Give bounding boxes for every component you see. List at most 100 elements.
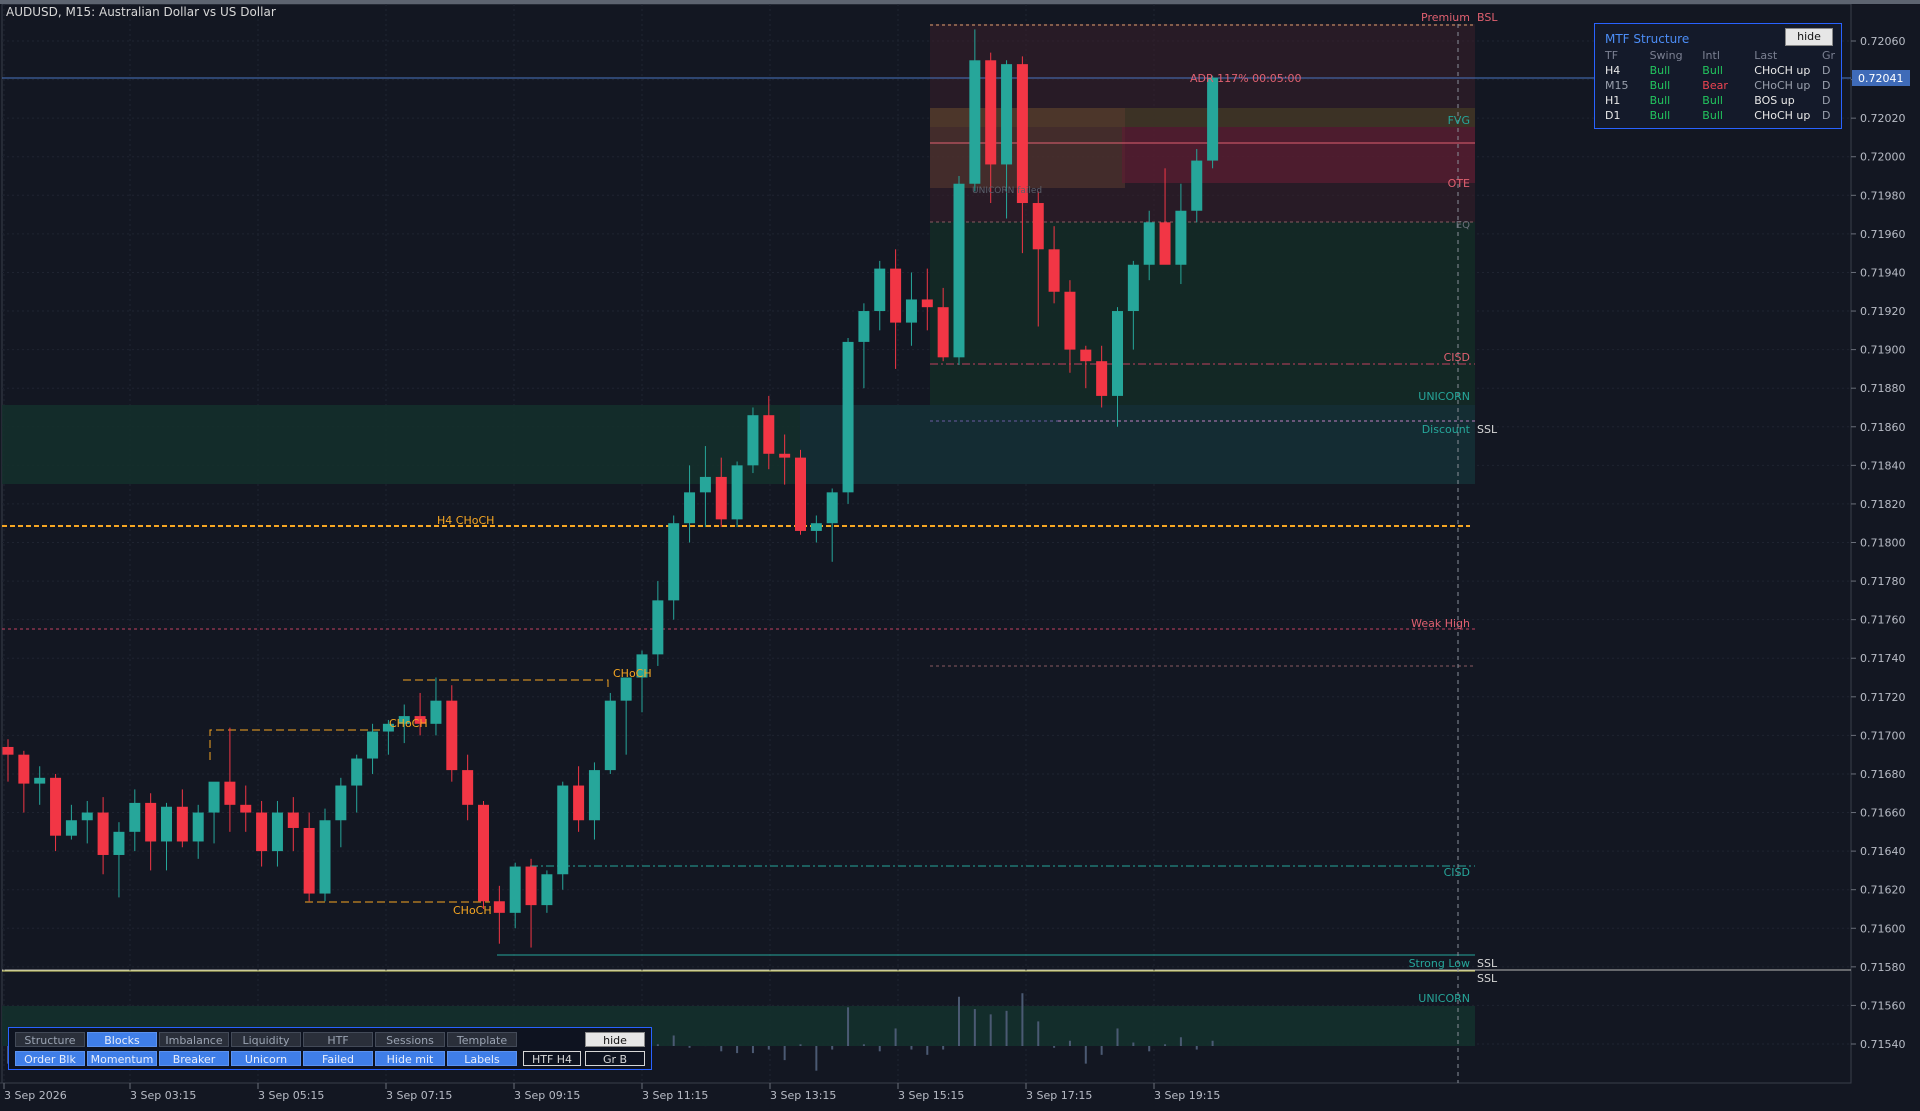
candle-body [953,183,965,358]
price-tick-label: 0.71860 [1860,421,1906,434]
toggle-hide-mit[interactable]: Hide mit [375,1051,445,1066]
price-tick-label: 0.71720 [1860,691,1906,704]
mtf-tf: M15 [1605,79,1629,92]
candle-body [50,777,62,836]
candle [271,800,283,867]
label-premium: Premium [1421,11,1470,24]
toggle-labels[interactable]: Labels [447,1051,517,1066]
candle [573,766,585,832]
label-cisd-top: CISD [1444,351,1470,364]
candle [604,692,616,774]
candle-body [113,831,125,855]
label-cisd-bottom: CISD [1444,866,1470,879]
candle-body [557,785,569,875]
candle-body [2,746,14,755]
candle-body [351,758,363,786]
candle-body [129,802,141,832]
toggle-momentum[interactable]: Momentum [87,1051,157,1066]
candle-body [1112,311,1123,396]
mtf-col-intl: Intl [1702,49,1720,62]
candle-body [668,523,680,601]
candle-body [715,476,727,520]
mtf-hide-button[interactable]: hide [1785,28,1833,46]
price-tick-label: 0.71740 [1860,652,1906,665]
price-tick-label: 0.71660 [1860,807,1906,820]
price-tick-label: 0.71640 [1860,845,1906,858]
candle-body [240,804,252,813]
candle [842,338,854,504]
time-tick-label: 3 Sep 05:15 [258,1089,324,1102]
time-tick-label: 3 Sep 07:15 [386,1089,452,1102]
candle-body [747,415,759,466]
chart-area[interactable]: Premium BSL ADR 117% 00:05:00 FVG OTE EQ… [0,0,1920,1107]
candle-body [620,677,632,701]
toggle-htf[interactable]: HTF [303,1032,373,1047]
candle [874,260,886,331]
candle-body [97,812,109,855]
mtf-tf: H4 [1605,64,1621,77]
current-price-label: 0.72041 [1858,72,1904,85]
candle [97,797,109,875]
price-tick-label: 0.71840 [1860,459,1906,472]
time-axis[interactable]: 3 Sep 2026 3 Sep 03:15 3 Sep 05:15 3 Sep 07… [3,1083,1220,1102]
mtf-last: BOS up [1754,94,1795,107]
candle [367,723,379,774]
mtf-row-h1: H1 Bull Bull BOS up D [1603,93,1841,108]
candle-body [1032,203,1044,250]
candle-body [81,812,93,821]
toggle-template[interactable]: Template [447,1032,517,1047]
time-tick-label: 3 Sep 13:15 [770,1089,836,1102]
candle-body [699,476,711,493]
candle [287,797,299,852]
toggle-sessions[interactable]: Sessions [375,1032,445,1047]
candle-body [573,785,585,821]
toggle-imbalance[interactable]: Imbalance [159,1032,229,1047]
candle [905,272,917,346]
toggle-structure[interactable]: Structure [15,1032,85,1047]
candle-body [1127,264,1139,312]
price-tick-label: 0.71820 [1860,498,1906,511]
mtf-intl: Bull [1702,64,1723,77]
toggle-blocks[interactable]: Blocks [87,1032,157,1047]
candle-body [969,60,981,184]
candle [509,862,521,929]
price-tick-label: 0.72000 [1860,151,1906,164]
time-tick-label: 3 Sep 11:15 [642,1089,708,1102]
candle-body [208,781,220,813]
toggle-unicorn[interactable]: Unicorn [231,1051,301,1066]
choch-line-2 [209,729,392,760]
price-axis[interactable]: 0.720600.720400.720200.720000.719800.719… [1851,35,1906,1051]
candle [747,407,759,474]
controls-hide-button[interactable]: hide [585,1032,645,1047]
toggle-breaker[interactable]: Breaker [159,1051,229,1066]
candle-body [541,874,553,906]
candle-body [842,341,854,493]
candle-body [985,60,997,165]
candle-body [1096,361,1108,396]
mtf-intl: Bear [1702,79,1728,92]
time-tick-label: 3 Sep 15:15 [898,1089,964,1102]
price-tick-label: 0.71600 [1860,922,1906,935]
candle [240,785,252,832]
mtf-swing: Bull [1649,109,1671,122]
candle-body [161,806,172,842]
candle [953,176,965,366]
toggle-liquidity[interactable]: Liquidity [231,1032,301,1047]
gr-b-button[interactable]: Gr B [585,1051,645,1066]
mtf-tf: D1 [1605,109,1621,122]
toggle-order-blk[interactable]: Order Blk [15,1051,85,1066]
candle [113,822,125,898]
candle-body [319,820,331,894]
price-tick-label: 0.72060 [1860,35,1906,48]
label-choch-3: CHoCH [453,904,492,917]
price-tick-label: 0.71700 [1860,729,1906,742]
candle-body [731,465,743,520]
toggle-failed[interactable]: Failed [303,1051,373,1066]
candle [636,650,648,713]
candle-body [1159,222,1171,265]
candle-body [874,268,886,312]
chart-title: AUDUSD, M15: Australian Dollar vs US Dol… [6,5,276,19]
htf-h4-button[interactable]: HTF H4 [523,1051,581,1066]
mtf-col-last: Last [1754,49,1778,62]
candle [1207,75,1219,169]
